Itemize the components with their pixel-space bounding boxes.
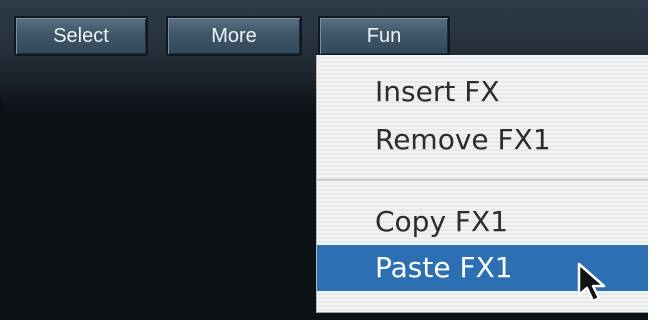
menu-separator: [317, 179, 648, 182]
menu-item-copy-fx1[interactable]: Copy FX1: [317, 199, 648, 245]
app-window: Select More Fun Insert FX Remove FX1 Cop…: [0, 0, 648, 320]
menu-item-remove-fx1[interactable]: Remove FX1: [317, 117, 648, 163]
menu-item-insert-fx[interactable]: Insert FX: [317, 69, 648, 115]
fun-menu-button[interactable]: Fun: [318, 16, 450, 56]
select-button[interactable]: Select: [14, 16, 148, 56]
arrow-pointer-icon: [577, 262, 606, 303]
more-button[interactable]: More: [166, 16, 302, 56]
